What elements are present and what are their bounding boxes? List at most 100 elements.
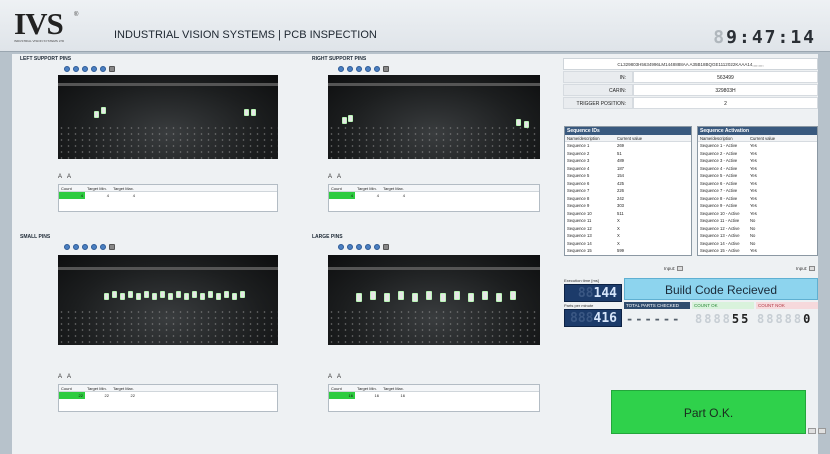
row-name: Sequence 12 xyxy=(567,225,592,231)
table-row: Sequence 8 242 xyxy=(565,195,691,203)
table-row: Sequence 8 - Active Yes xyxy=(698,195,817,203)
zoom-fit-icon[interactable] xyxy=(356,65,362,72)
row-value: 425 xyxy=(617,180,624,186)
font-size-icon[interactable]: A A xyxy=(328,174,343,183)
zoom-fit-icon[interactable] xyxy=(82,243,88,250)
pan-icon[interactable] xyxy=(383,65,389,72)
zoom-fit-icon[interactable] xyxy=(82,65,88,72)
camera-image xyxy=(328,75,540,159)
zoom-reset-icon[interactable] xyxy=(91,65,97,72)
rotate-icon[interactable] xyxy=(374,243,380,250)
exec-time-label: Execution time [ms] xyxy=(564,278,599,283)
row-name: Sequence 3 xyxy=(567,158,590,163)
zoom-out-icon[interactable] xyxy=(73,243,79,250)
zoom-reset-icon[interactable] xyxy=(365,243,371,250)
seq-act-input[interactable]: Input: xyxy=(796,266,816,272)
table-row: Sequence 12 - Active No xyxy=(698,225,817,233)
row-name: Sequence 7 xyxy=(567,188,590,193)
pan-icon[interactable] xyxy=(383,243,389,250)
in-value: 563499 xyxy=(633,71,818,83)
zoom-out-icon[interactable] xyxy=(347,243,353,250)
table-row: Sequence 4 - Active Yes xyxy=(698,165,817,173)
pan-icon[interactable] xyxy=(109,65,115,72)
row-value: X xyxy=(617,218,620,223)
ivs-logo: IVS INDUSTRIAL VISION SYSTEMS LTD ® xyxy=(14,8,78,43)
panel-left-support-pins: LEFT SUPPORT PINS A A Count Target Min. Ta… xyxy=(20,56,302,236)
col-value: Current value xyxy=(750,136,776,141)
table-row: Sequence 3 489 xyxy=(565,157,691,165)
row-name: Sequence 15 xyxy=(567,248,592,253)
font-size-icon[interactable]: A A xyxy=(58,174,73,183)
table-row: Sequence 1 269 xyxy=(565,142,691,150)
image-toolbar xyxy=(312,64,562,73)
row-value: X xyxy=(617,225,620,231)
row-value: 511 xyxy=(617,210,624,216)
count-table: Count Target Min. Target Max. 22 22 22 xyxy=(58,384,278,412)
app-title: INDUSTRIAL VISION SYSTEMS | PCB INSPECTI… xyxy=(114,29,377,41)
dropdown-icon[interactable] xyxy=(677,266,684,272)
count-table: Count Target Min. Target Max. 4 4 4 xyxy=(58,184,278,212)
part-info: CL329803H5634996LM1448888AA A35B18BQGE11… xyxy=(563,58,818,109)
row-name: Sequence 15 - Active xyxy=(700,248,740,253)
carin-value: 329803H xyxy=(633,84,818,96)
zoom-in-icon[interactable] xyxy=(64,243,70,250)
count-table: Count Target Min. Target Max. 4 4 4 xyxy=(328,184,540,212)
camera-image xyxy=(58,75,278,159)
table-row: Sequence 9 - Active Yes xyxy=(698,202,817,210)
rotate-icon[interactable] xyxy=(100,65,106,72)
zoom-out-icon[interactable] xyxy=(73,65,79,72)
row-value: 242 xyxy=(617,195,624,201)
table-row: Sequence 2 - Active Yes xyxy=(698,150,817,158)
logo-tagline: INDUSTRIAL VISION SYSTEMS LTD xyxy=(14,39,65,43)
col-count: Count xyxy=(61,186,72,191)
row-value: Yes xyxy=(750,180,757,186)
sequence-ids-table: Sequence IDs Name/description Current val… xyxy=(564,126,692,256)
table-row: Sequence 12 X xyxy=(565,225,691,233)
row-name: Sequence 9 xyxy=(567,203,590,208)
row-name: Sequence 6 xyxy=(567,180,590,186)
zoom-in-icon[interactable] xyxy=(338,243,344,250)
target-max-value: 22 xyxy=(130,393,135,398)
table-row: Sequence 4 187 xyxy=(565,165,691,173)
row-name: Sequence 11 - Active xyxy=(700,218,740,223)
minimize-icon[interactable] xyxy=(808,428,816,434)
zoom-in-icon[interactable] xyxy=(64,65,70,72)
panel-title: RIGHT SUPPORT PINS xyxy=(312,56,367,62)
seq-ids-input[interactable]: Input: xyxy=(664,266,684,272)
result-status: Part O.K. xyxy=(611,390,806,434)
total-label: TOTAL PARTS CHECKED xyxy=(624,302,690,309)
header-bar: IVS INDUSTRIAL VISION SYSTEMS LTD ® INDU… xyxy=(0,0,830,52)
row-name: Sequence 14 xyxy=(567,240,592,246)
col-target-max: Target Max. xyxy=(113,386,134,391)
row-name: Sequence 13 xyxy=(567,233,592,238)
row-value: Yes xyxy=(750,143,757,148)
in-label: IN: xyxy=(563,71,633,83)
zoom-reset-icon[interactable] xyxy=(365,65,371,72)
maximize-icon[interactable] xyxy=(818,428,826,434)
count-value: 22 xyxy=(59,392,85,399)
row-name: Sequence 2 xyxy=(567,150,590,156)
sequence-activation-table: Sequence Activation Name/description Curr… xyxy=(697,126,818,256)
rotate-icon[interactable] xyxy=(374,65,380,72)
target-min-value: 4 xyxy=(106,193,109,198)
table-row: Sequence 7 226 xyxy=(565,187,691,195)
image-toolbar xyxy=(312,242,562,251)
target-max-value: 4 xyxy=(402,193,405,198)
pan-icon[interactable] xyxy=(109,243,115,250)
zoom-fit-icon[interactable] xyxy=(356,243,362,250)
table-row: Sequence 10 - Active Yes xyxy=(698,210,817,218)
col-name: Name/description xyxy=(567,136,600,141)
target-max-value: 16 xyxy=(400,393,405,398)
zoom-out-icon[interactable] xyxy=(347,65,353,72)
font-size-icon[interactable]: A A xyxy=(328,374,343,383)
zoom-reset-icon[interactable] xyxy=(91,243,97,250)
table-row: Sequence 7 - Active Yes xyxy=(698,187,817,195)
dropdown-icon[interactable] xyxy=(809,266,816,272)
rotate-icon[interactable] xyxy=(100,243,106,250)
row-value: X xyxy=(617,240,620,246)
font-size-icon[interactable]: A A xyxy=(58,374,73,383)
table-row: Sequence 15 - Active Yes xyxy=(698,247,817,255)
zoom-in-icon[interactable] xyxy=(338,65,344,72)
barcode-value: CL329803H5634996LM1448888AA A35B18BQGE11… xyxy=(563,58,818,70)
image-toolbar xyxy=(32,64,302,73)
